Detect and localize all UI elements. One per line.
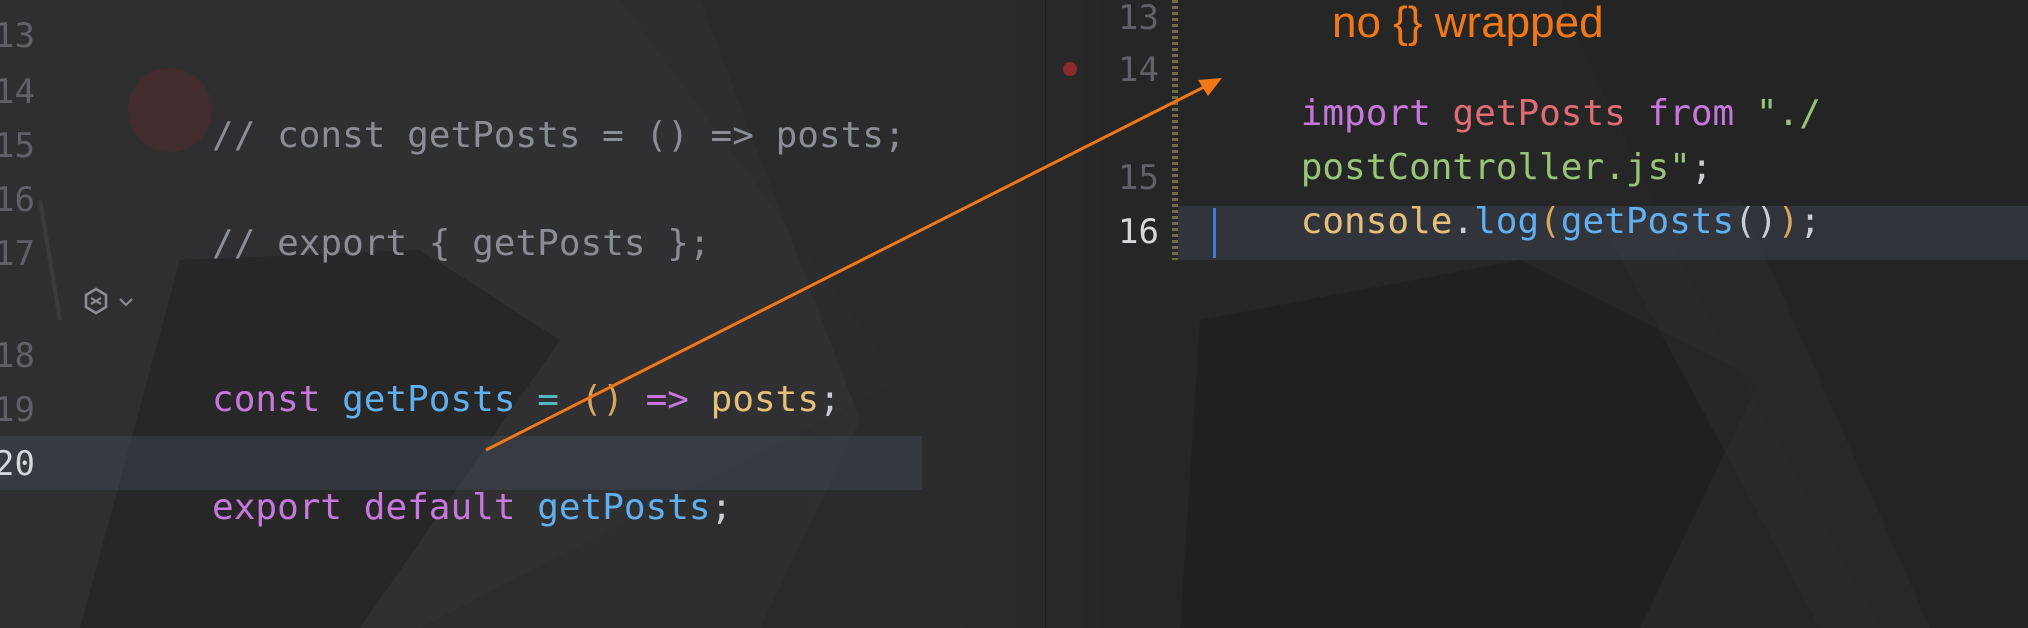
parens: () (580, 379, 624, 420)
comment-text: // export { getPosts }; (212, 223, 711, 264)
change-marker (1172, 0, 1178, 260)
ai-assistant-icon[interactable] (82, 286, 144, 320)
line-number: 14 (1118, 50, 1159, 90)
function-name: getPosts (537, 487, 711, 528)
code-line[interactable]: console.log(getPosts()); (1214, 156, 1821, 288)
line-number: 17 (0, 234, 35, 274)
variable: posts (710, 379, 820, 420)
keyword: const (212, 379, 321, 420)
code-line[interactable]: // export { getPosts }; (82, 178, 711, 310)
object-name: console (1300, 201, 1453, 242)
function-name: getPosts (1560, 201, 1735, 242)
paren: ) (1777, 201, 1800, 242)
arrow-operator: => (645, 379, 689, 420)
line-number: 18 (0, 336, 35, 376)
line-number: 14 (0, 72, 35, 112)
line-number: 15 (0, 126, 35, 166)
method-name: log (1474, 201, 1540, 242)
text-caret (1213, 208, 1216, 258)
editor-window: 13 14 15 16 17 18 19 20 // const getPost… (0, 0, 2028, 628)
line-number: 13 (1118, 0, 1159, 38)
left-editor-pane[interactable]: 13 14 15 16 17 18 19 20 // const getPost… (0, 0, 1045, 628)
operator: = (537, 379, 559, 420)
keyword: default (363, 487, 516, 528)
breakpoint-icon[interactable] (1063, 62, 1077, 76)
line-number: 13 (0, 16, 35, 56)
function-name: getPosts (342, 379, 516, 420)
string-literal: "./ (1755, 93, 1821, 134)
semicolon: ; (1799, 201, 1821, 242)
annotation-label: no {} wrapped (1332, 0, 1604, 47)
paren: ( (1539, 201, 1561, 242)
code-line-current[interactable]: export default getPosts; (82, 442, 732, 574)
semicolon: ; (819, 379, 841, 420)
line-number: 15 (1118, 158, 1159, 198)
line-number-current: 16 (1118, 212, 1159, 252)
line-number: 19 (0, 390, 35, 430)
keyword: export (212, 487, 343, 528)
semicolon: ; (710, 487, 733, 528)
dot: . (1452, 201, 1475, 242)
line-number-current: 20 (0, 444, 35, 484)
parens: () (1734, 201, 1778, 242)
line-number: 16 (0, 180, 35, 220)
comment-text: // const getPosts = () => posts; (212, 115, 906, 156)
